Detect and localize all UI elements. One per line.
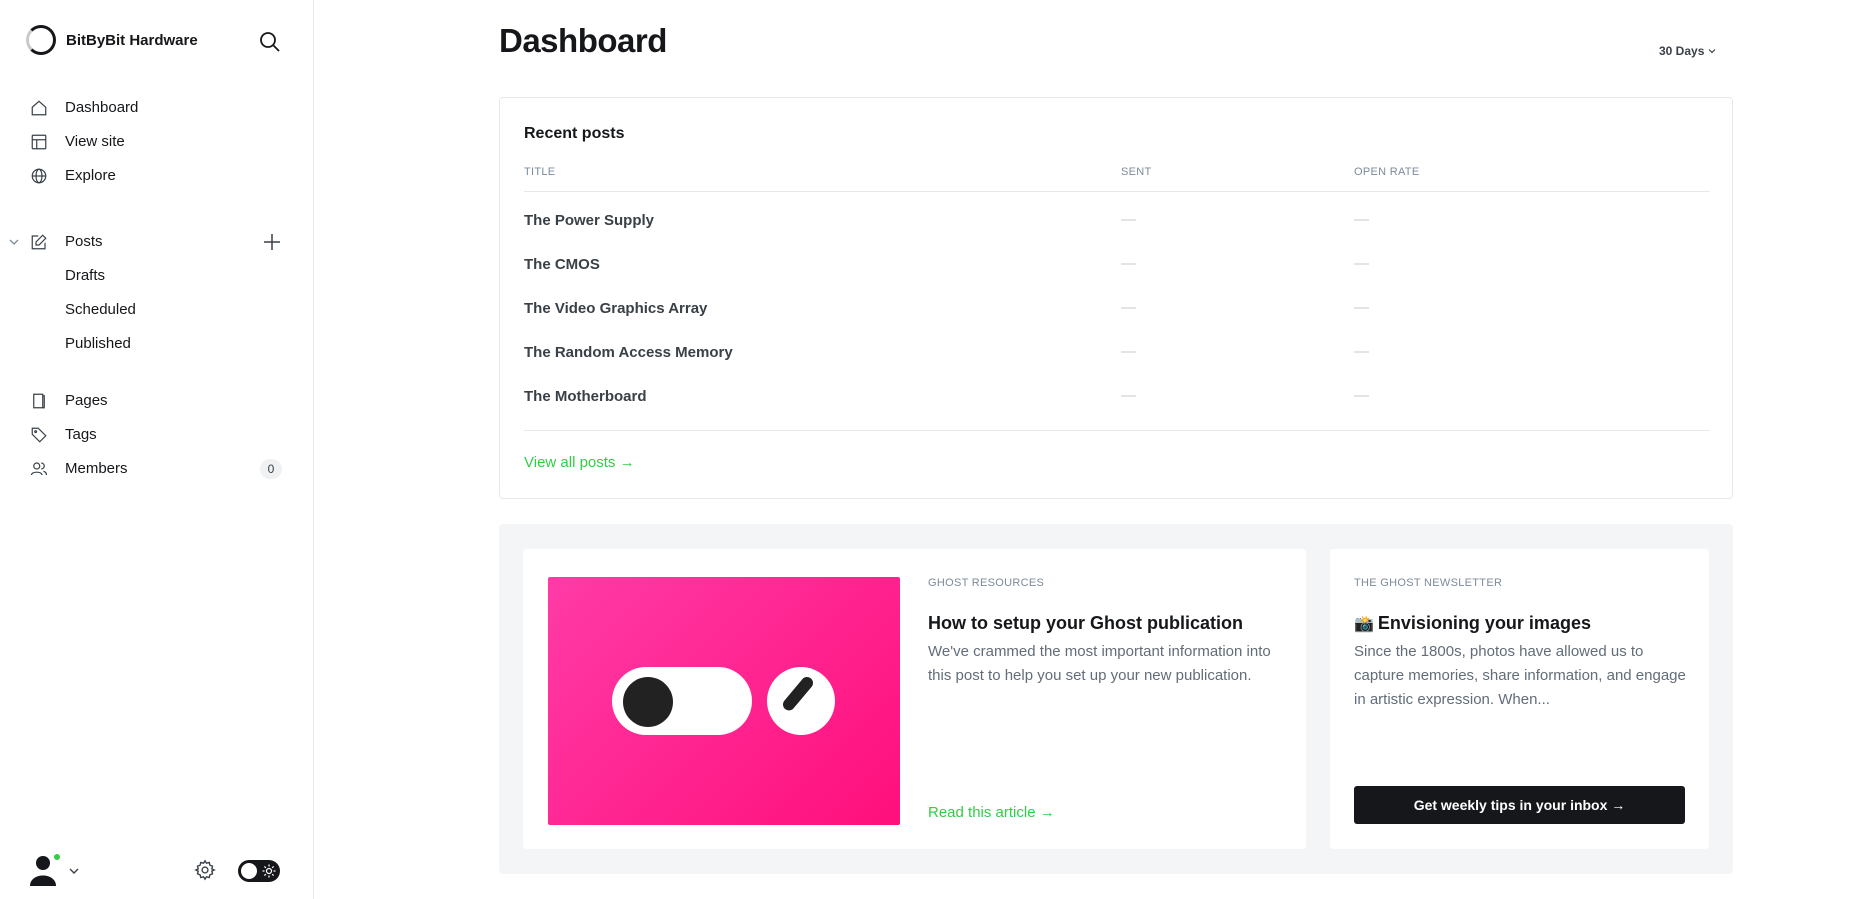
recent-posts-card: Recent posts TITLE SENT OPEN RATE The Po… (499, 97, 1733, 499)
home-icon (31, 100, 47, 116)
resource-card[interactable]: GHOST RESOURCES How to setup your Ghost … (523, 549, 1306, 849)
chevron-down-icon (1708, 49, 1716, 54)
post-title: The CMOS (524, 256, 600, 273)
view-all-posts-link[interactable]: View all posts → (524, 454, 635, 471)
sidebar: BitByBit Hardware Dashboard View site Ex… (0, 0, 314, 899)
nav-item-tags[interactable]: Tags (0, 417, 314, 451)
newsletter-description: Since the 1800s, photos have allowed us … (1354, 643, 1686, 708)
subscribe-newsletter-button[interactable]: Get weekly tips in your inbox → (1354, 786, 1685, 824)
nav-item-posts[interactable]: Posts (0, 224, 314, 258)
gear-icon[interactable] (194, 859, 216, 881)
theme-toggle-knob (241, 863, 257, 879)
brand-name: BitByBit Hardware (66, 31, 198, 49)
nav-label: Members (65, 459, 128, 477)
users-icon (30, 462, 48, 476)
post-title: The Motherboard (524, 388, 647, 405)
column-header-title: TITLE (524, 166, 556, 178)
avatar[interactable] (28, 852, 62, 886)
book-icon (33, 393, 45, 409)
newsletter-card: THE GHOST NEWSLETTER 📸 Envisioning your … (1330, 549, 1709, 849)
layout-icon (31, 134, 47, 150)
nav-label: Explore (65, 166, 116, 184)
primary-nav: Dashboard View site Explore (0, 90, 314, 192)
pencil-square-icon (31, 234, 47, 250)
table-row[interactable]: The Random Access Memory — — (524, 332, 1710, 376)
resource-image (548, 577, 900, 825)
online-status-dot (52, 852, 62, 862)
column-header-open-rate: OPEN RATE (1354, 166, 1420, 178)
brand[interactable]: BitByBit Hardware (26, 25, 198, 55)
newsletter-title-text: Envisioning your images (1377, 613, 1591, 633)
divider (524, 191, 1710, 192)
brand-logo (26, 25, 56, 55)
post-title: The Video Graphics Array (524, 300, 708, 317)
secondary-nav: Pages Tags Members 0 (0, 383, 314, 485)
post-sent: — (1121, 299, 1136, 316)
resource-category: GHOST RESOURCES (928, 577, 1045, 589)
nav-label: Posts (65, 232, 103, 250)
knob-illustration (767, 667, 835, 735)
divider (524, 430, 1710, 431)
nav-label: Drafts (65, 266, 106, 284)
plus-icon[interactable] (262, 232, 282, 252)
nav-item-dashboard[interactable]: Dashboard (0, 90, 314, 124)
post-open-rate: — (1354, 343, 1369, 360)
nav-label: Scheduled (65, 300, 136, 318)
chevron-down-icon[interactable] (8, 236, 20, 248)
nav-item-drafts[interactable]: Drafts (0, 258, 314, 292)
sun-icon (262, 864, 276, 878)
post-title: The Random Access Memory (524, 344, 733, 361)
resource-description: We've crammed the most important informa… (928, 643, 1271, 684)
posts-nav: Posts Drafts Scheduled Published (0, 224, 314, 360)
column-header-sent: SENT (1121, 166, 1152, 178)
globe-icon (31, 168, 47, 184)
main-content: Dashboard 30 Days Recent posts TITLE SEN… (314, 0, 1863, 899)
nav-item-published[interactable]: Published (0, 326, 314, 360)
table-row[interactable]: The Video Graphics Array — — (524, 288, 1710, 332)
search-icon[interactable] (258, 30, 282, 54)
post-open-rate: — (1354, 255, 1369, 272)
table-row[interactable]: The Power Supply — — (524, 200, 1710, 244)
chevron-down-icon[interactable] (68, 865, 80, 877)
nav-label: Published (65, 334, 131, 352)
post-open-rate: — (1354, 299, 1369, 316)
table-row[interactable]: The CMOS — — (524, 244, 1710, 288)
post-sent: — (1121, 343, 1136, 360)
resources-section: GHOST RESOURCES How to setup your Ghost … (499, 524, 1733, 874)
nav-label: Tags (65, 425, 97, 443)
toggle-illustration-ball (623, 677, 673, 727)
newsletter-title[interactable]: 📸 Envisioning your images (1354, 613, 1591, 634)
post-open-rate: — (1354, 387, 1369, 404)
table-row[interactable]: The Motherboard — — (524, 376, 1710, 420)
nav-label: Pages (65, 391, 108, 409)
nav-item-scheduled[interactable]: Scheduled (0, 292, 314, 326)
nav-item-pages[interactable]: Pages (0, 383, 314, 417)
date-range-select[interactable]: 30 Days (1659, 44, 1716, 58)
post-sent: — (1121, 255, 1136, 272)
camera-flash-icon: 📸 (1354, 615, 1374, 633)
nav-label: View site (65, 132, 125, 150)
tag-icon (31, 427, 47, 443)
nav-item-members[interactable]: Members 0 (0, 451, 314, 485)
resource-title[interactable]: How to setup your Ghost publication (928, 613, 1243, 634)
date-range-value: 30 Days (1659, 44, 1705, 58)
post-title: The Power Supply (524, 212, 655, 229)
newsletter-category: THE GHOST NEWSLETTER (1354, 577, 1503, 589)
post-sent: — (1121, 387, 1136, 404)
recent-posts-title: Recent posts (524, 125, 625, 142)
sidebar-footer (0, 852, 314, 892)
nav-item-view-site[interactable]: View site (0, 124, 314, 158)
page-title: Dashboard (499, 22, 667, 59)
members-count-badge: 0 (260, 459, 282, 479)
post-open-rate: — (1354, 211, 1369, 228)
nav-label: Dashboard (65, 98, 139, 116)
theme-toggle[interactable] (238, 860, 280, 882)
post-sent: — (1121, 211, 1136, 228)
nav-item-explore[interactable]: Explore (0, 158, 314, 192)
read-article-link[interactable]: Read this article → (928, 804, 1055, 821)
